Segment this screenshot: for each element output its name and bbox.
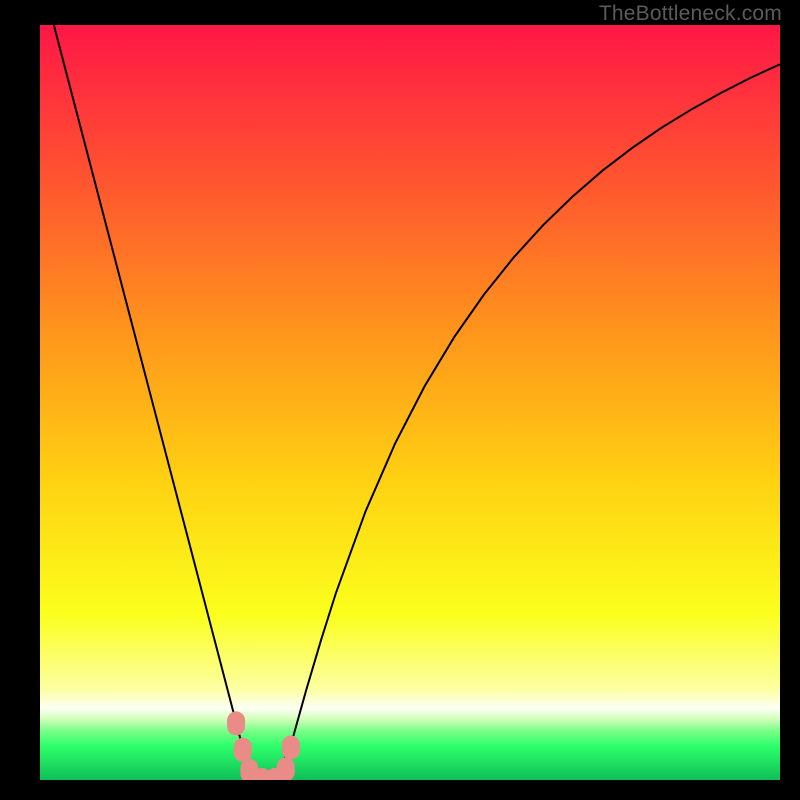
optimal-marker bbox=[227, 711, 245, 735]
bottleneck-chart bbox=[40, 25, 780, 780]
gradient-background bbox=[40, 25, 780, 780]
optimal-marker bbox=[234, 738, 252, 762]
optimal-marker bbox=[282, 736, 300, 760]
watermark-text: TheBottleneck.com bbox=[599, 2, 782, 26]
chart-frame: TheBottleneck.com bbox=[0, 0, 800, 800]
plot-area bbox=[40, 25, 780, 780]
optimal-marker bbox=[277, 757, 295, 780]
